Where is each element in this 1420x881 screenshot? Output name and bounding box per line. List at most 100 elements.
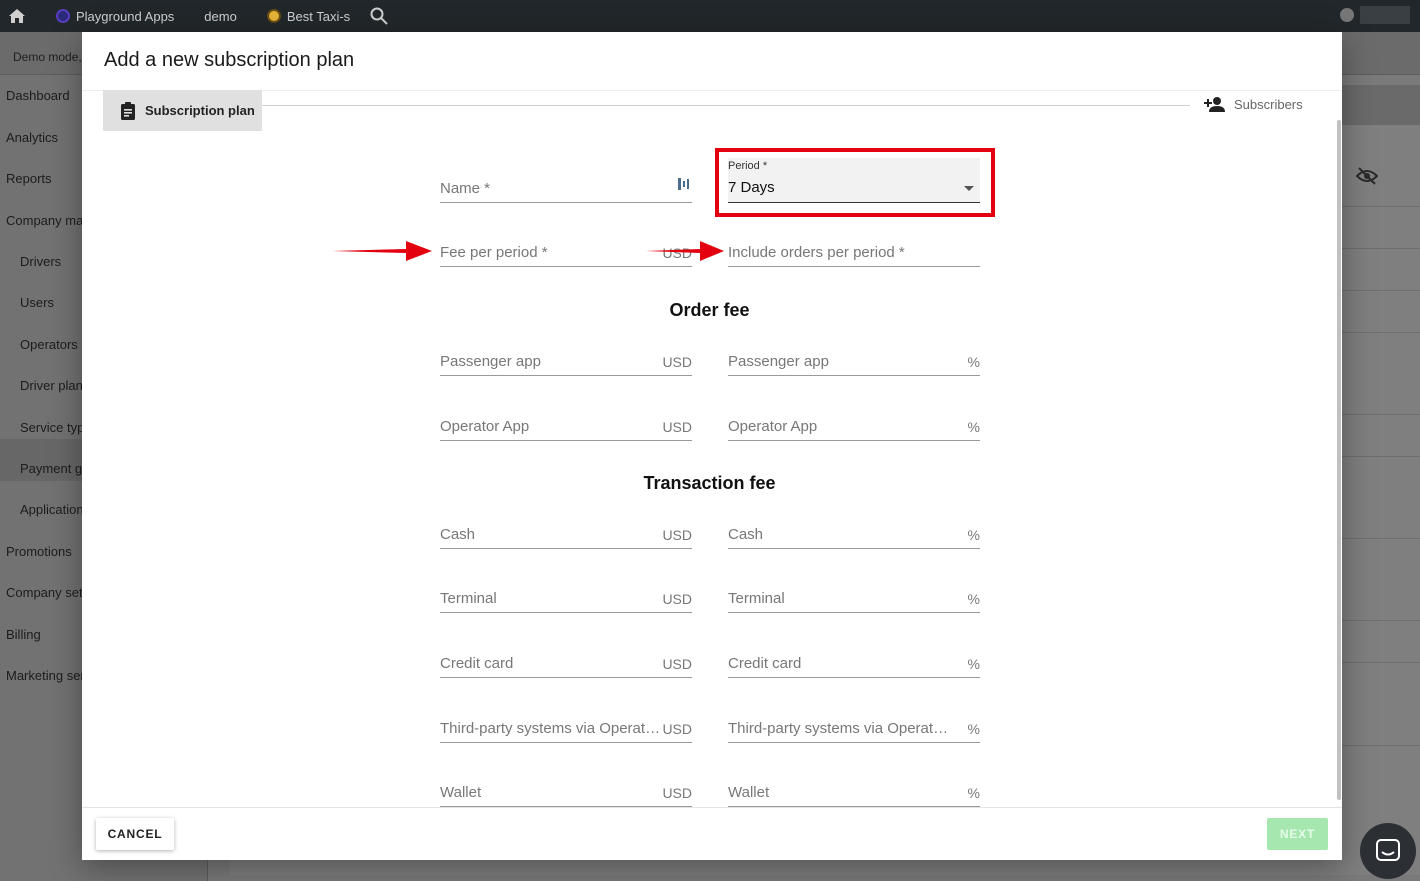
currency-unit: USD: [662, 354, 692, 370]
home-icon[interactable]: [0, 0, 34, 32]
field-label: Terminal: [440, 590, 497, 607]
order-fee-passenger-percent[interactable]: Passenger app %: [728, 336, 980, 376]
transaction-fee-third-party-usd[interactable]: Third-party systems via Operator App USD: [440, 703, 692, 743]
currency-unit: USD: [662, 785, 692, 801]
transaction-fee-third-party-percent[interactable]: Third-party systems via Operator App %: [728, 703, 980, 743]
annotation-arrow-icon: [332, 241, 432, 261]
name-field[interactable]: Name *: [440, 163, 692, 203]
search-icon[interactable]: [370, 7, 388, 25]
step-label: Subscribers: [1234, 96, 1303, 112]
field-label: Wallet: [728, 784, 770, 801]
sidebar-item-marketing-services[interactable]: Marketing ser: [6, 668, 85, 683]
percent-unit: %: [967, 591, 980, 607]
percent-unit: %: [967, 354, 980, 370]
currency-unit: USD: [662, 721, 692, 737]
field-label: Passenger app: [728, 353, 829, 370]
background-row-divider: [1342, 290, 1420, 291]
breadcrumb-label: demo: [204, 8, 237, 24]
transaction-fee-credit-card-usd[interactable]: Credit card USD: [440, 638, 692, 678]
avatar: [1340, 8, 1354, 22]
field-label: Third-party systems via Operator App: [728, 720, 950, 737]
fee-per-period-label: Fee per period *: [440, 244, 548, 261]
cancel-button[interactable]: CANCEL: [96, 818, 174, 850]
annotation-arrow-icon: [646, 241, 724, 261]
person-add-icon: [1204, 97, 1225, 112]
sidebar-item-users[interactable]: Users: [20, 295, 54, 310]
sidebar-item-promotions[interactable]: Promotions: [6, 544, 72, 559]
sidebar-item-company-management[interactable]: Company ma: [6, 213, 83, 228]
currency-unit: USD: [662, 527, 692, 543]
dialog-scrollbar[interactable]: [1337, 120, 1341, 800]
demo-mode-text: Demo mode,: [13, 50, 82, 64]
footer-divider: [82, 807, 1342, 808]
transaction-fee-cash-usd[interactable]: Cash USD: [440, 509, 692, 549]
step-subscribers[interactable]: Subscribers: [1204, 96, 1303, 112]
background-row-divider: [1342, 745, 1420, 746]
sidebar-item-analytics[interactable]: Analytics: [6, 130, 58, 145]
background-row-divider: [1342, 332, 1420, 333]
user-name-blurred: [1360, 6, 1410, 24]
name-label: Name *: [440, 180, 491, 197]
breadcrumb-playground[interactable]: Playground Apps: [56, 9, 174, 24]
highlight-box: [715, 148, 995, 217]
background-row-divider: [1342, 456, 1420, 457]
dialog-title: Add a new subscription plan: [104, 49, 355, 71]
transaction-fee-terminal-usd[interactable]: Terminal USD: [440, 573, 692, 613]
background-row-divider: [1342, 620, 1420, 621]
sidebar-item-operators[interactable]: Operators: [20, 337, 78, 352]
transaction-fee-wallet-usd[interactable]: Wallet USD: [440, 767, 692, 807]
currency-unit: USD: [662, 656, 692, 672]
transaction-fee-wallet-percent[interactable]: Wallet %: [728, 767, 980, 807]
field-label: Cash: [440, 526, 476, 543]
order-fee-heading: Order fee: [669, 300, 750, 320]
step-label: Subscription plan: [145, 103, 255, 118]
app-logo-icon: [56, 9, 70, 23]
breadcrumb-label: Playground Apps: [76, 8, 175, 24]
include-orders-label: Include orders per period *: [728, 244, 905, 261]
sidebar-item-reports[interactable]: Reports: [6, 171, 52, 186]
sidebar-item-billing[interactable]: Billing: [6, 627, 41, 642]
field-label: Passenger app: [440, 353, 541, 370]
background-row-divider: [1342, 662, 1420, 663]
field-label: Operator App: [728, 418, 818, 435]
background-row-divider: [1342, 538, 1420, 539]
percent-unit: %: [967, 527, 980, 543]
title-divider: [82, 90, 1342, 91]
chat-button[interactable]: [1360, 823, 1416, 879]
transaction-fee-cash-percent[interactable]: Cash %: [728, 509, 980, 549]
sidebar-item-applications[interactable]: Application: [20, 502, 84, 517]
sidebar-item-dashboard[interactable]: Dashboard: [6, 88, 70, 103]
background-row-divider: [1342, 206, 1420, 207]
sidebar-item-payment-gateways[interactable]: Payment ga: [20, 461, 89, 476]
sidebar-item-driver-plans[interactable]: Driver plans: [20, 378, 89, 393]
user-menu[interactable]: [1340, 6, 1410, 24]
order-fee-passenger-usd[interactable]: Passenger app USD: [440, 336, 692, 376]
breadcrumb-demo[interactable]: demo: [204, 9, 237, 24]
visibility-off-icon[interactable]: [1355, 166, 1379, 191]
include-orders-field[interactable]: Include orders per period *: [728, 227, 980, 267]
sidebar-item-drivers[interactable]: Drivers: [20, 254, 61, 269]
transaction-fee-heading: Transaction fee: [643, 473, 776, 493]
clipboard-icon: [121, 101, 135, 120]
background-row-divider: [1342, 414, 1420, 415]
order-fee-operator-usd[interactable]: Operator App USD: [440, 401, 692, 441]
password-manager-icon[interactable]: [678, 177, 690, 196]
breadcrumb-best-taxi[interactable]: Best Taxi-s: [266, 9, 350, 24]
stepper-connector: [262, 105, 1190, 106]
step-subscription-plan[interactable]: Subscription plan: [103, 90, 262, 131]
field-label: Terminal: [728, 590, 785, 607]
next-button[interactable]: NEXT: [1267, 818, 1328, 850]
sidebar-item-service-types[interactable]: Service typ: [20, 420, 84, 435]
field-label: Credit card: [440, 655, 514, 672]
field-label: Cash: [728, 526, 764, 543]
transaction-fee-credit-card-percent[interactable]: Credit card %: [728, 638, 980, 678]
field-label: Wallet: [440, 784, 482, 801]
order-fee-operator-percent[interactable]: Operator App %: [728, 401, 980, 441]
percent-unit: %: [967, 656, 980, 672]
background-row-divider: [1342, 248, 1420, 249]
sidebar-item-company-settings[interactable]: Company set: [6, 585, 83, 600]
currency-unit: USD: [662, 419, 692, 435]
field-label: Third-party systems via Operator App: [440, 720, 662, 737]
background-card-header: [1342, 85, 1420, 125]
transaction-fee-terminal-percent[interactable]: Terminal %: [728, 573, 980, 613]
